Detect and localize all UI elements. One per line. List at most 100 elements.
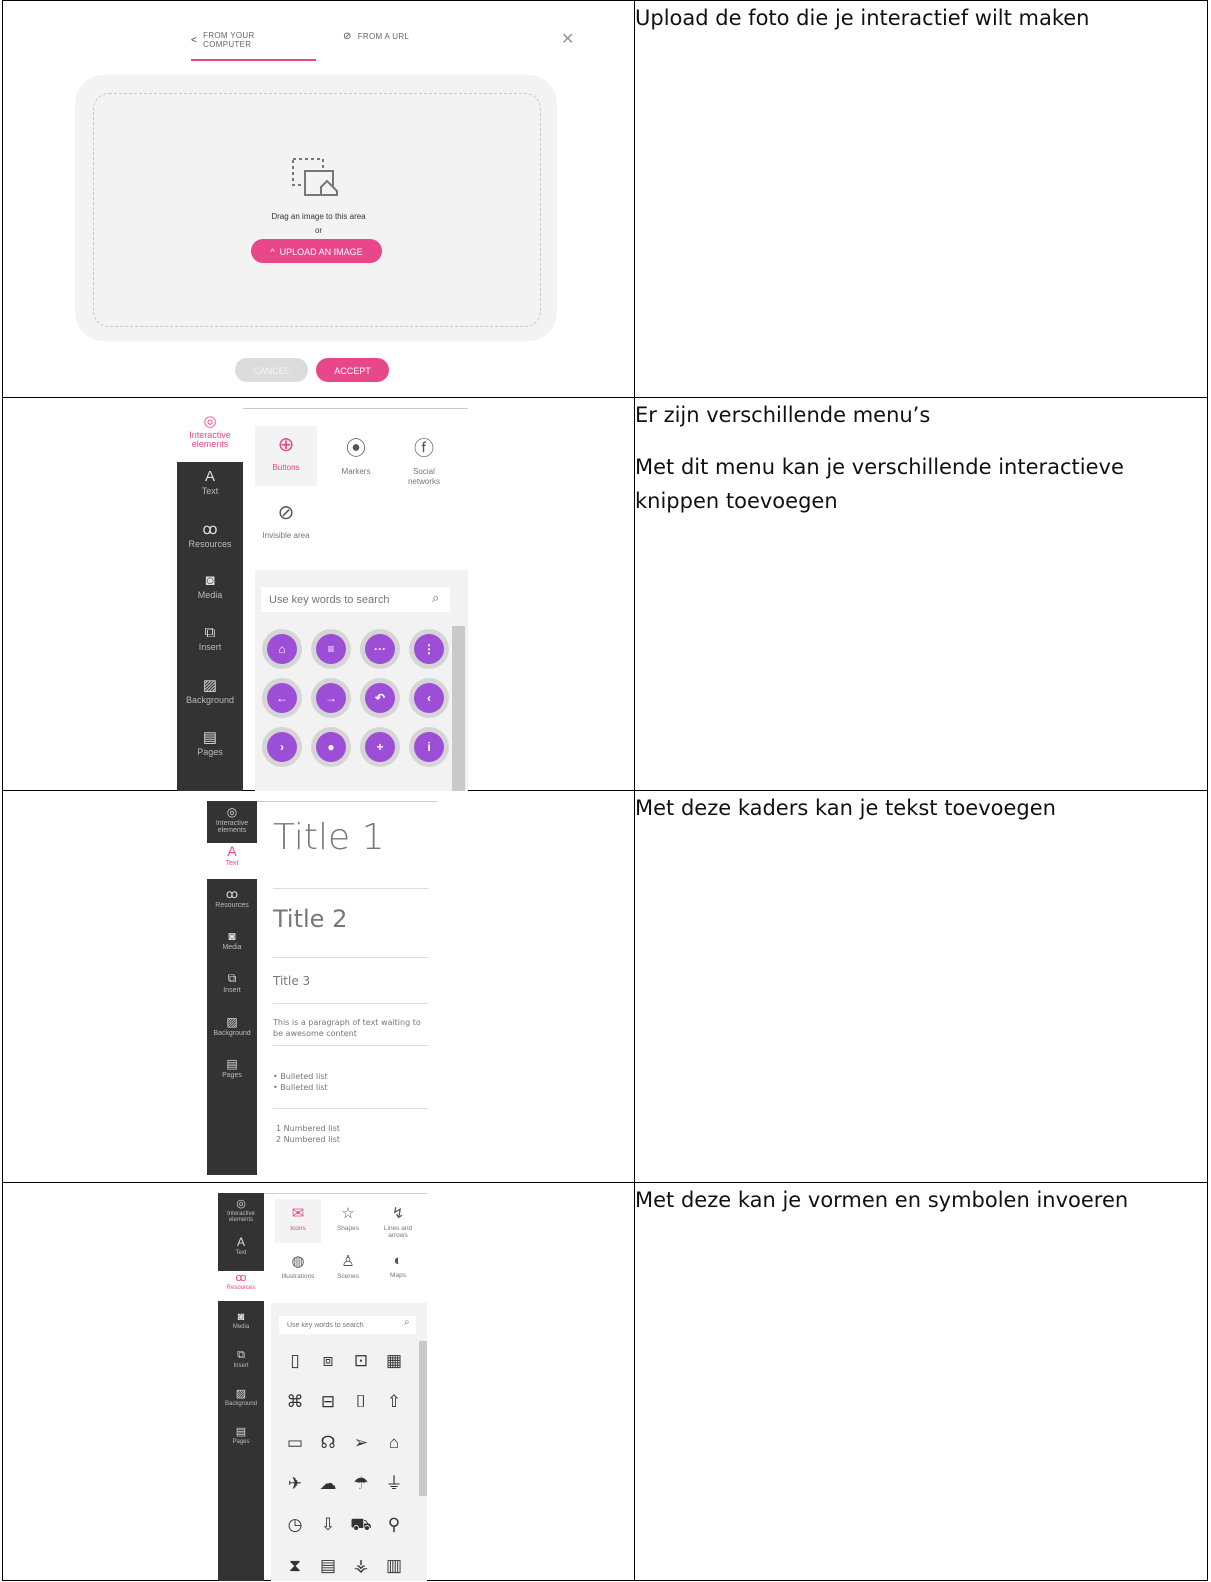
- upload-dialog: < FROM YOUR COMPUTER ⊘ FROM A URL ✕ Drag…: [3, 1, 634, 398]
- sidebar-item-pages[interactable]: ▤ Pages: [218, 1425, 264, 1445]
- title-1-style[interactable]: Title 1: [273, 817, 385, 858]
- row3-image-cell: ◎ Interactive elements A Text ꝏ Resources ◙…: [2, 790, 635, 1183]
- sidebar-item-background[interactable]: ▨ Background: [177, 676, 243, 705]
- invisible-area-card[interactable]: ⊘ Invisible area: [255, 494, 317, 554]
- cancel-button[interactable]: CANCEL: [235, 358, 308, 382]
- sidebar-item-insert[interactable]: ⧉ Insert: [207, 971, 257, 994]
- camera-icon: ◙: [237, 1311, 245, 1323]
- sidebar-item-text[interactable]: A Text: [177, 468, 243, 496]
- undo-icon[interactable]: ↶: [365, 683, 395, 713]
- sidebar-item-resources[interactable]: ꝏ Resources: [207, 887, 257, 909]
- rain-cloud-icon[interactable]: ☂: [349, 1472, 373, 1496]
- dna-icon[interactable]: ⧗: [283, 1554, 307, 1578]
- scenes-card[interactable]: ♙ Scenes: [325, 1247, 371, 1291]
- book-icon[interactable]: ▥: [382, 1554, 406, 1578]
- markers-card[interactable]: ⦿ Markers: [325, 426, 387, 486]
- paragraph-style[interactable]: This is a paragraph of text waiting to b…: [273, 1017, 433, 1039]
- numbered-list-item[interactable]: 2 Numbered list: [276, 1135, 340, 1144]
- arrow-right-icon[interactable]: →: [316, 683, 346, 713]
- sidebar-item-resources[interactable]: ꝏ Resources: [218, 1271, 264, 1301]
- map-icon[interactable]: ▦: [382, 1349, 406, 1373]
- home-icon[interactable]: ⌂: [267, 634, 297, 664]
- chevron-left-icon[interactable]: ‹: [414, 683, 444, 713]
- sidebar-item-pages[interactable]: ▤ Pages: [207, 1057, 257, 1079]
- dot-icon[interactable]: ●: [316, 732, 346, 762]
- airplane-icon[interactable]: ✈: [283, 1472, 307, 1496]
- paper-plane-icon[interactable]: ➢: [349, 1431, 373, 1455]
- satellite-icon[interactable]: ⌘: [283, 1390, 307, 1414]
- video-camera-icon[interactable]: ☊: [316, 1431, 340, 1455]
- row4-caption-cell: Met deze kan je vormen en symbolen invoe…: [634, 1182, 1208, 1581]
- sidebar-item-insert[interactable]: ⧉ Insert: [218, 1349, 264, 1369]
- sidebar-item-background[interactable]: ▨ Background: [218, 1387, 264, 1407]
- title-2-style[interactable]: Title 2: [273, 905, 347, 933]
- drop-zone[interactable]: [93, 93, 541, 327]
- scrollbar[interactable]: [419, 1341, 427, 1496]
- upload-image-button[interactable]: ^ UPLOAD AN IMAGE: [251, 239, 382, 263]
- sidebar-item-text[interactable]: A Text: [207, 843, 257, 879]
- search-input[interactable]: [261, 587, 450, 612]
- chevron-right-icon[interactable]: ›: [267, 732, 297, 762]
- sidebar-item-text[interactable]: A Text: [218, 1235, 264, 1256]
- sidebar-item-interactive[interactable]: ◎ Interactive elements: [207, 805, 257, 834]
- cloud-download-icon[interactable]: ⇩: [316, 1513, 340, 1537]
- camera-icon[interactable]: ⌷: [349, 1390, 373, 1414]
- shapes-card[interactable]: ☆ Shapes: [325, 1199, 371, 1243]
- plus-circle-icon: ⊕: [277, 434, 295, 456]
- scrollbar[interactable]: [452, 626, 465, 791]
- maps-card[interactable]: ◐ Maps: [375, 1247, 421, 1291]
- laptop-icon[interactable]: ▭: [283, 1431, 307, 1455]
- cursor-click-icon: ◎: [236, 1198, 246, 1210]
- house-icon[interactable]: ⌂: [382, 1431, 406, 1455]
- phone-tablet-icon[interactable]: ⧈: [316, 1349, 340, 1373]
- sidebar-item-background[interactable]: ▨ Background: [207, 1015, 257, 1037]
- sidebar-item-interactive[interactable]: ◎ Interactive elements: [177, 408, 243, 462]
- rocket-icon[interactable]: ⇧: [382, 1390, 406, 1414]
- sidebar-item-media[interactable]: ◙ Media: [218, 1311, 264, 1330]
- tab-from-computer[interactable]: < FROM YOUR COMPUTER: [191, 31, 316, 61]
- arrow-left-icon[interactable]: ←: [267, 683, 297, 713]
- caption-text: Met dit menu kan je verschillende intera…: [635, 455, 1124, 513]
- upload-image-label: UPLOAD AN IMAGE: [279, 247, 363, 257]
- microscope-icon[interactable]: ⚲: [382, 1513, 406, 1537]
- sidebar-item-media[interactable]: ◙ Media: [207, 929, 257, 951]
- truck-icon[interactable]: ⛟: [349, 1513, 373, 1537]
- card-label: Buttons: [272, 463, 300, 472]
- sidebar-item-label: Media: [197, 590, 223, 600]
- menu-icon[interactable]: ≡: [316, 634, 346, 664]
- title-3-style[interactable]: Title 3: [273, 974, 310, 988]
- buttons-card[interactable]: ⊕ Buttons: [255, 426, 317, 486]
- card-label: Shapes: [336, 1225, 360, 1232]
- bulleted-list-item[interactable]: • Bulleted list: [273, 1072, 328, 1081]
- row2-caption-cell: Er zijn verschillende menu’s Met dit men…: [634, 397, 1208, 791]
- sidebar-item-pages[interactable]: ▤ Pages: [177, 728, 243, 757]
- info-icon[interactable]: i: [414, 732, 444, 762]
- social-networks-card[interactable]: ⓕ Social networks: [393, 426, 455, 486]
- smartphone-icon[interactable]: ▯: [283, 1349, 307, 1373]
- cloud-icon[interactable]: ☁: [316, 1472, 340, 1496]
- numbered-list-item[interactable]: 1 Numbered list: [276, 1124, 340, 1133]
- search-input[interactable]: [279, 1316, 416, 1334]
- calculator-icon[interactable]: ▤: [316, 1554, 340, 1578]
- more-horizontal-icon[interactable]: ···: [365, 634, 395, 664]
- divider: [273, 1108, 429, 1109]
- icons-card[interactable]: ✉ Icons: [275, 1199, 321, 1243]
- sidebar-item-media[interactable]: ◙ Media: [177, 572, 243, 600]
- speaker-icon[interactable]: ⊡: [349, 1349, 373, 1373]
- illustrations-card[interactable]: ◍ Illustrations: [275, 1247, 321, 1291]
- lines-arrows-card[interactable]: ↯ Lines and arrows: [375, 1199, 421, 1243]
- sidebar-item-insert[interactable]: ⧉ Insert: [177, 624, 243, 652]
- more-vertical-icon[interactable]: ⋮: [414, 634, 444, 664]
- satellite-dish-icon[interactable]: ⚶: [349, 1554, 373, 1578]
- tab-from-url[interactable]: ⊘ FROM A URL: [343, 31, 409, 42]
- close-icon[interactable]: ✕: [561, 29, 574, 49]
- sidebar-item-interactive[interactable]: ◎ Interactive elements: [218, 1197, 264, 1223]
- clock-icon[interactable]: ◷: [283, 1513, 307, 1537]
- radio-icon[interactable]: ⊟: [316, 1390, 340, 1414]
- accept-button[interactable]: ACCEPT: [316, 358, 389, 382]
- text-icon: A: [204, 468, 215, 485]
- bulleted-list-item[interactable]: • Bulleted list: [273, 1083, 328, 1092]
- plug-icon[interactable]: ⏚: [382, 1472, 406, 1496]
- plus-icon[interactable]: +: [365, 732, 395, 762]
- sidebar-item-resources[interactable]: ꝏ Resources: [177, 520, 243, 549]
